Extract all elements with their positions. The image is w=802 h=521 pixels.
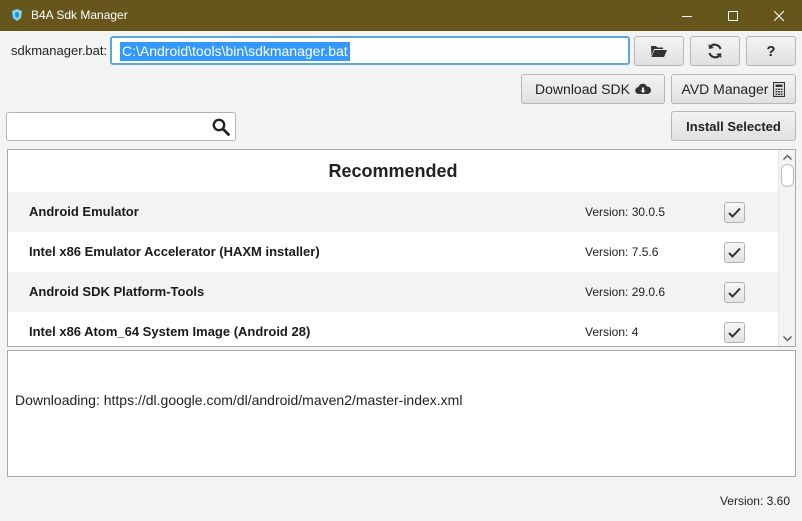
search-icon xyxy=(212,118,230,136)
section-title: Recommended xyxy=(328,160,458,181)
install-selected-label: Install Selected xyxy=(686,118,781,134)
checkmark-icon xyxy=(728,287,741,298)
package-version: Version: 29.0.6 xyxy=(585,285,666,299)
window-title: B4A Sdk Manager xyxy=(31,8,128,22)
log-output: Downloading: https://dl.google.com/dl/an… xyxy=(7,350,796,477)
scroll-up-icon[interactable] xyxy=(783,153,792,162)
help-button[interactable]: ? xyxy=(746,36,796,66)
cloud-download-icon xyxy=(635,83,651,95)
version-label: Version: 3.60 xyxy=(719,494,790,508)
refresh-icon xyxy=(708,43,722,59)
minimize-icon xyxy=(682,15,692,17)
maximize-button[interactable] xyxy=(710,0,756,31)
package-version: Version: 30.0.5 xyxy=(585,205,666,219)
title-bar: B4A Sdk Manager xyxy=(0,0,802,31)
avd-manager-button[interactable]: AVD Manager xyxy=(671,74,796,104)
close-icon xyxy=(774,10,784,21)
install-selected-button[interactable]: Install Selected xyxy=(671,111,796,141)
close-button[interactable] xyxy=(756,0,802,31)
folder-open-icon xyxy=(651,46,667,57)
browse-folder-button[interactable] xyxy=(634,36,684,66)
checkmark-icon xyxy=(728,327,741,338)
list-scrollbar[interactable] xyxy=(778,150,795,346)
avd-manager-label: AVD Manager xyxy=(681,81,769,97)
list-item[interactable]: Intel x86 Atom_64 System Image (Android … xyxy=(8,312,778,346)
sdk-path-value: C:\Android\tools\bin\sdkmanager.bat xyxy=(120,42,350,61)
package-name: Intel x86 Emulator Accelerator (HAXM ins… xyxy=(29,244,320,259)
help-label: ? xyxy=(766,42,776,60)
package-checkbox[interactable] xyxy=(724,322,745,343)
checkmark-icon xyxy=(728,247,741,258)
sdk-path-label: sdkmanager.bat: xyxy=(11,43,108,58)
list-item[interactable]: Android SDK Platform-Tools Version: 29.0… xyxy=(8,272,778,312)
sdk-path-input[interactable]: C:\Android\tools\bin\sdkmanager.bat xyxy=(110,36,630,65)
list-item[interactable]: Android Emulator Version: 30.0.5 xyxy=(8,192,778,232)
package-version: Version: 7.5.6 xyxy=(585,245,659,259)
scrollbar-thumb[interactable] xyxy=(781,164,794,187)
package-name: Intel x86 Atom_64 System Image (Android … xyxy=(29,324,311,339)
scroll-down-icon[interactable] xyxy=(783,334,792,343)
package-name: Android SDK Platform-Tools xyxy=(29,284,205,299)
list-item[interactable]: Intel x86 Emulator Accelerator (HAXM ins… xyxy=(8,232,778,272)
maximize-icon xyxy=(728,10,738,21)
checkmark-icon xyxy=(728,207,741,218)
package-checkbox[interactable] xyxy=(724,282,745,303)
minimize-button[interactable] xyxy=(664,0,710,31)
search-input[interactable] xyxy=(6,112,236,141)
download-sdk-label: Download SDK xyxy=(535,81,630,97)
refresh-button[interactable] xyxy=(690,36,740,66)
package-checkbox[interactable] xyxy=(724,202,745,223)
calculator-icon xyxy=(773,81,786,97)
package-checkbox[interactable] xyxy=(724,242,745,263)
package-list: Recommended Android Emulator Version: 30… xyxy=(7,149,796,347)
b4a-app-icon xyxy=(12,9,22,21)
download-sdk-button[interactable]: Download SDK xyxy=(521,74,665,104)
package-version: Version: 4 xyxy=(585,325,639,339)
log-text: Downloading: https://dl.google.com/dl/an… xyxy=(15,392,463,408)
package-name: Android Emulator xyxy=(29,204,139,219)
